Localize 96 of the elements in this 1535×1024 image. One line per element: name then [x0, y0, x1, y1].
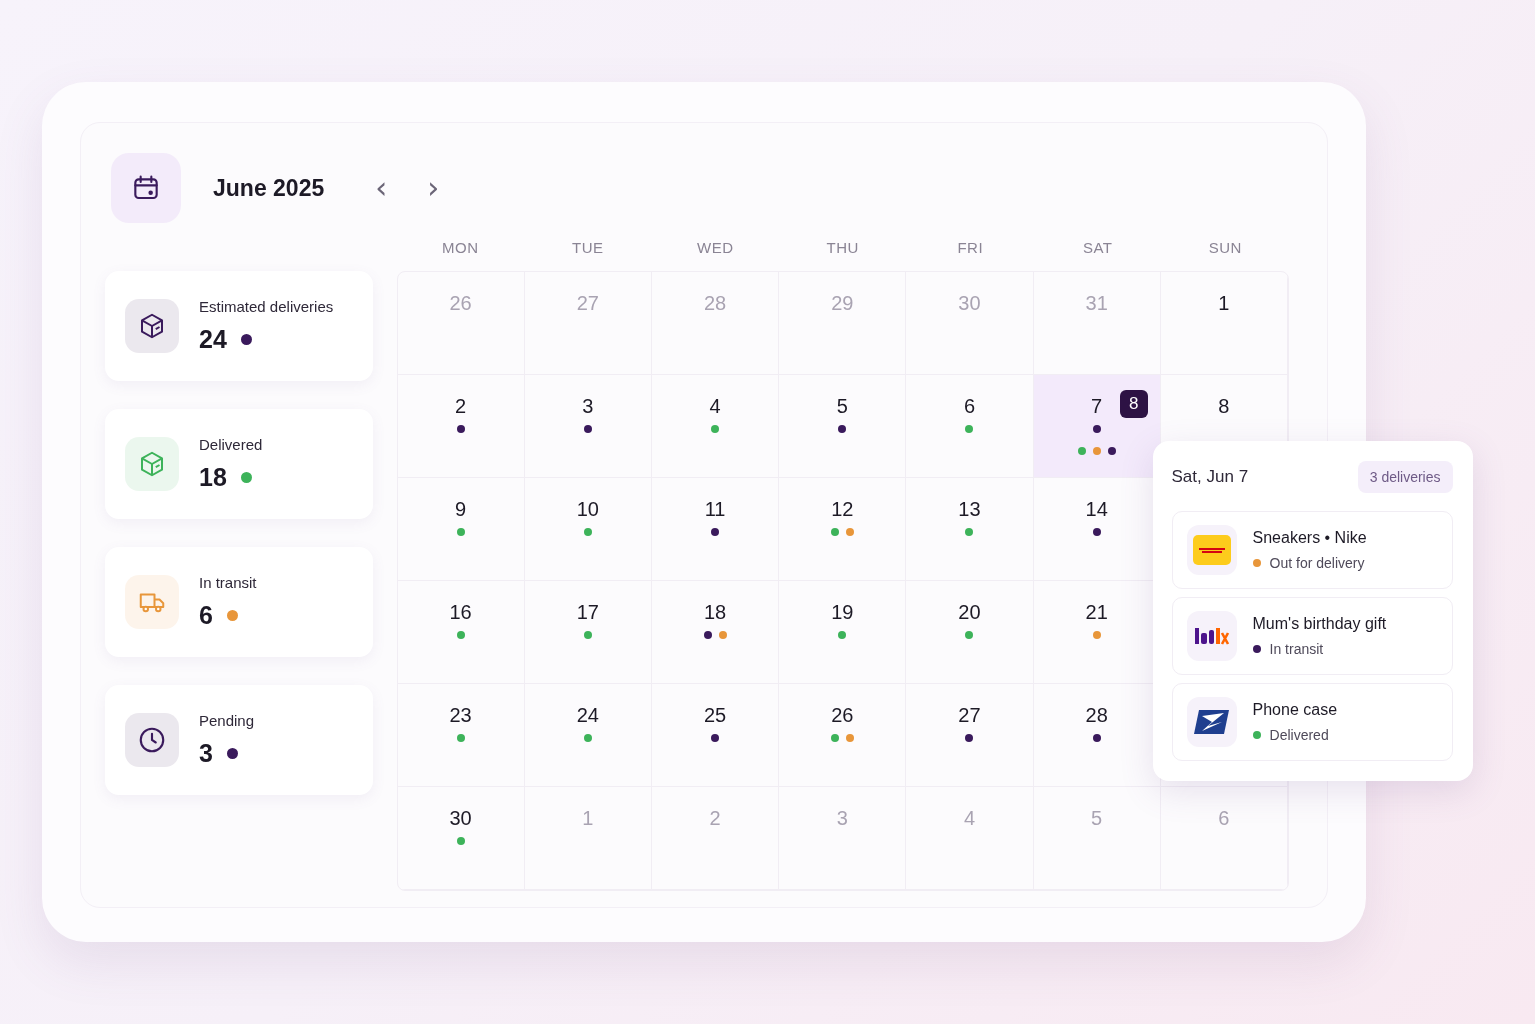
day-number: 6 — [1218, 807, 1230, 829]
day-number: 30 — [449, 807, 472, 829]
stat-label: Estimated deliveries — [199, 298, 334, 315]
day-cell[interactable]: 18 — [651, 581, 780, 684]
day-number: 20 — [958, 601, 981, 623]
delivery-item[interactable]: Mum's birthday gift In transit — [1171, 597, 1453, 675]
day-number: 9 — [455, 498, 467, 520]
day-cell[interactable]: 24 — [524, 684, 652, 787]
stat-label: In transit — [199, 574, 257, 591]
stat-value: 3 — [199, 739, 213, 768]
day-number: 13 — [958, 498, 981, 520]
day-number: 26 — [831, 704, 854, 726]
stat-label: Delivered — [199, 436, 263, 453]
stat-value: 24 — [199, 325, 227, 354]
day-cell[interactable]: 13 — [906, 478, 1034, 581]
day-number: 18 — [703, 601, 727, 623]
stat-label: Pending — [199, 712, 255, 729]
day-number: 28 — [703, 292, 727, 314]
day-cell[interactable]: 19 — [779, 581, 907, 684]
day-number: 26 — [449, 292, 472, 314]
day-cell[interactable]: 30 — [397, 787, 525, 890]
day-number: 16 — [449, 601, 472, 623]
day-number: 23 — [449, 704, 472, 726]
day-number: 25 — [703, 704, 727, 726]
weekday-label: THU — [825, 238, 860, 256]
delivery-status: Delivered — [1269, 727, 1329, 743]
delivery-title: Sneakers • Nike — [1252, 529, 1367, 547]
logo-icon — [1192, 708, 1231, 736]
day-cell[interactable]: 3 — [524, 375, 652, 478]
day-number: 3 — [582, 395, 594, 417]
day-number: 27 — [958, 704, 981, 726]
day-cell[interactable]: 5 — [779, 375, 907, 478]
day-number: 2 — [455, 395, 467, 417]
clock-icon — [137, 725, 167, 755]
day-number: 8 — [1218, 395, 1230, 417]
day-cell[interactable]: 20 — [906, 581, 1034, 684]
day-cell[interactable]: 6 — [906, 375, 1034, 478]
day-number: 12 — [831, 498, 854, 520]
day-number: 19 — [831, 601, 854, 623]
weekday-label: TUE — [571, 238, 605, 256]
day-cell[interactable]: 27 — [906, 684, 1034, 787]
day-cell[interactable]: 10 — [524, 478, 652, 581]
day-number: 10 — [576, 498, 599, 520]
day-cell[interactable]: 12 — [779, 478, 907, 581]
day-cell[interactable]: 23 — [397, 684, 525, 787]
day-number: 5 — [836, 395, 848, 417]
count-badge: 8 — [1119, 390, 1148, 418]
logo-icon — [1192, 535, 1231, 565]
stat-value: 18 — [199, 463, 227, 492]
day-number: 31 — [1085, 292, 1108, 314]
delivery-item[interactable]: Phone case Delivered — [1171, 683, 1453, 761]
day-number: 24 — [576, 704, 599, 726]
day-number: 1 — [1218, 292, 1230, 314]
day-number: 1 — [582, 807, 594, 829]
day-cell[interactable]: 2 — [397, 375, 525, 478]
day-number: 21 — [1085, 601, 1108, 623]
day-number: 27 — [576, 292, 599, 314]
day-number: 17 — [576, 601, 599, 623]
day-cell[interactable]: 1 — [1160, 272, 1288, 375]
weekday-label: SUN — [1207, 238, 1243, 256]
day-number: 6 — [963, 395, 976, 417]
day-number: 4 — [709, 395, 721, 417]
delivery-title: Mum's birthday gift — [1252, 615, 1387, 633]
day-cell[interactable]: 4 — [651, 375, 780, 478]
weekday-label: SAT — [1081, 238, 1114, 256]
day-cell[interactable]: 25 — [651, 684, 780, 787]
next-month-button[interactable]: › — [420, 170, 447, 206]
day-number: 11 — [704, 498, 726, 520]
weekday-label: WED — [696, 238, 735, 256]
day-number: 5 — [1091, 807, 1103, 829]
month-title: June 2025 — [213, 174, 325, 202]
delivery-title: Phone case — [1252, 701, 1338, 719]
day-cell[interactable]: 26 — [779, 684, 907, 787]
delivery-status: In transit — [1269, 641, 1324, 657]
logo-icon — [1193, 626, 1230, 646]
stat-value: 6 — [199, 601, 213, 630]
weekday-label: FRI — [956, 238, 985, 256]
weekday-label: MON — [441, 238, 480, 256]
day-cell[interactable]: 11 — [651, 478, 780, 581]
day-number: 29 — [831, 292, 854, 314]
day-number: 4 — [963, 807, 976, 829]
day-number: 7 — [1091, 395, 1103, 417]
day-cell[interactable]: 17 — [524, 581, 652, 684]
calendar-icon — [111, 153, 181, 223]
day-number: 14 — [1085, 498, 1108, 520]
day-cell[interactable]: 7 8 — [1033, 375, 1161, 478]
day-number: 28 — [1085, 704, 1108, 726]
day-number: 3 — [836, 807, 848, 829]
day-number: 30 — [958, 292, 981, 314]
deliveries-count: 3 deliveries — [1357, 461, 1453, 493]
day-cell[interactable]: 9 — [397, 478, 525, 581]
previous-month-button[interactable]: ‹ — [368, 170, 395, 206]
day-cell[interactable]: 16 — [397, 581, 525, 684]
delivery-status: Out for delivery — [1269, 555, 1365, 571]
delivery-item[interactable]: Sneakers • Nike Out for delivery — [1171, 511, 1453, 589]
day-number: 2 — [709, 807, 721, 829]
